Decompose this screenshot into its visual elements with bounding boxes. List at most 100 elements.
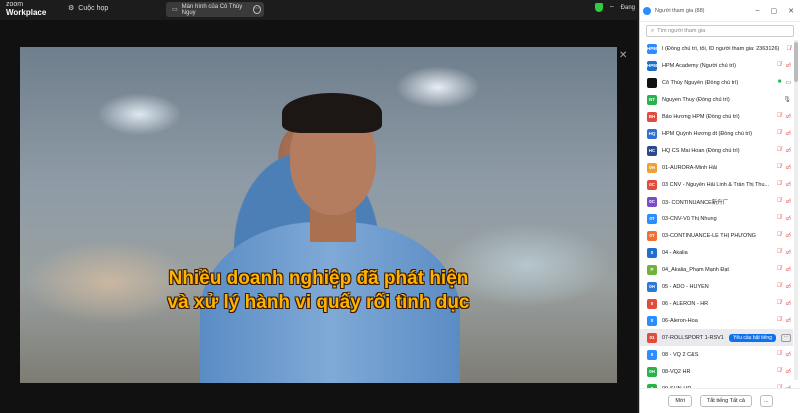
avatar: 0T (647, 230, 657, 241)
participant-row[interactable]: Cô Thùy Nguyễn (Đồng chủ trì) ■ ▭ (640, 74, 793, 91)
participant-row[interactable]: HQ HPM Quỳnh Hương dt (Đồng chủ trì) 🎙̸ ▭̸ (640, 125, 793, 142)
mic-muted-icon: 🎙̸ (776, 181, 782, 187)
mic-muted-icon: 🎙̸ (776, 317, 782, 323)
invite-button[interactable]: Mời (668, 395, 692, 407)
request-unmute-button[interactable]: Yêu cầu bật tiếng (729, 333, 776, 342)
participant-search-input[interactable]: ⌕ Tìm người tham gia (646, 25, 794, 37)
mic-muted-icon: 🎙̸ (776, 198, 782, 204)
avatar: 0 (647, 349, 657, 360)
participant-name: Cô Thùy Nguyễn (Đồng chủ trì) (662, 79, 739, 86)
video-person-hair (282, 93, 382, 133)
participant-row[interactable]: 0H 01-AURORA-Minh Hải 🎙̸ ▭̸ (640, 159, 793, 176)
avatar: HQ (647, 128, 657, 139)
zoom-logo: zoom Workplace (6, 1, 47, 17)
participant-row[interactable]: 0T 03-CNV-Vũ Thị Nhung 🎙̸ ▭̸ (640, 210, 793, 227)
mic-muted-icon: 🎙̸ (776, 147, 782, 153)
participant-row[interactable]: 0H 08-VQ2 HR 🎙̸ ▭̸ (640, 363, 793, 380)
participant-status-icons: 🎙̸▭̸ (777, 130, 791, 137)
participant-row[interactable]: NT Nguyen Thuy (Đồng chủ trì) 🎙 (640, 91, 793, 108)
participant-name: HPM Academy (Người chủ trì) (662, 62, 736, 69)
screen-share-indicator[interactable]: ▭ Màn hình của Cô Thùy Nguy ⋯ (166, 2, 264, 17)
camera-off-icon: ▭̸ (785, 284, 791, 290)
participant-name: 08 - VQ 2 C&S (662, 351, 699, 358)
mic-muted-icon: 🎙̸ (776, 300, 782, 306)
more-options-icon[interactable]: ⋯ (781, 333, 791, 342)
avatar: 0C (647, 179, 657, 190)
participant-name: 06-Aleron-Hoa (662, 317, 698, 324)
participant-row[interactable]: 0C 03- CONTINUANCE新升厂 🎙̸ ▭̸ (640, 193, 793, 210)
participant-row[interactable]: 0T 03-CONTINUANCE-LÊ THỊ PHƯƠNG 🎙̸ ▭̸ (640, 227, 793, 244)
participant-status-icons: 🎙̸▭̸ (777, 164, 791, 171)
camera-off-icon: ▭̸ (785, 369, 791, 375)
top-right-status: ⌔ Đang (595, 3, 635, 12)
video-stage: Nhiều doanh nghiệp đã phát hiện và xử lý… (0, 20, 637, 413)
close-icon[interactable]: ✕ (619, 50, 627, 61)
participant-row[interactable]: 0 04 - Akalia 🎙̸ ▭̸ (640, 244, 793, 261)
participant-row[interactable]: HPM I (Đồng chủ trì, tôi, ID người tham g… (640, 40, 793, 57)
participant-row[interactable]: 0 06-Aleron-Hoa 🎙̸ ▭̸ (640, 312, 793, 329)
participant-row[interactable]: 0C 03 CNV - Nguyễn Hải Linh & Trần Thị Th… (640, 176, 793, 193)
avatar: 0 (647, 315, 657, 326)
participant-name: 05 - ADO - HUYEN (662, 283, 709, 290)
avatar: HC (647, 145, 657, 156)
participant-status-icons: 🎙̸▭̸ (777, 283, 791, 290)
participant-scrollbar[interactable] (794, 40, 798, 380)
participant-list: HPM I (Đồng chủ trì, tôi, ID người tham g… (640, 40, 793, 397)
participant-row[interactable]: BH Bảo Hương HPM (Đồng chủ trì) 🎙̸ ▭̸ (640, 108, 793, 125)
camera-off-icon: ▭̸ (785, 233, 791, 239)
participant-name: Nguyen Thuy (Đồng chủ trì) (662, 96, 730, 103)
participant-status-icons: 🎙̸▭̸ (777, 181, 791, 188)
participant-name: 03 CNV - Nguyễn Hải Linh & Trần Thị Thu.… (662, 181, 770, 188)
top-bar: zoom Workplace ⚙ Cuộc họp ▭ Màn hình của… (0, 0, 637, 20)
mic-muted-icon: 🎙̸ (786, 45, 792, 52)
camera-off-icon: ▭̸ (785, 250, 791, 256)
participant-row[interactable]: 0 06 - ALERON - HR 🎙̸ ▭̸ (640, 295, 793, 312)
mic-muted-icon: 🎙̸ (776, 232, 782, 238)
security-shield-icon (595, 3, 604, 12)
more-options-icon[interactable]: ⋯ (252, 5, 261, 14)
camera-off-icon: ▭̸ (785, 352, 791, 358)
participant-status-icons: 🎙̸▭̸ (777, 317, 791, 324)
participant-row[interactable]: HPM HPM Academy (Người chủ trì) 🎙̸ ▭̸ (640, 57, 793, 74)
more-button[interactable]: ... (759, 395, 773, 407)
participant-row[interactable]: P 04_Akalia_Phạm Mạnh Đạt 🎙̸ ▭̸ (640, 261, 793, 278)
mic-muted-icon: 🎙̸ (776, 164, 782, 170)
mic-muted-icon: 🎙̸ (776, 215, 782, 221)
participant-name: 03-CONTINUANCE-LÊ THỊ PHƯƠNG (662, 232, 756, 239)
zoom-window: zoom Workplace ⚙ Cuộc họp ▭ Màn hình của… (0, 0, 800, 413)
maximize-icon[interactable]: ▢ (771, 7, 778, 15)
avatar: 0H (647, 281, 657, 292)
camera-off-icon: ▭̸ (785, 63, 791, 69)
avatar: HPM (647, 60, 657, 71)
mute-all-button[interactable]: Tắt tiếng Tất cả (699, 395, 752, 407)
camera-off-icon: ▭̸ (785, 182, 791, 188)
participant-row[interactable]: 0H 05 - ADO - HUYEN 🎙̸ ▭̸ (640, 278, 793, 295)
camera-icon: ▭ (785, 80, 791, 86)
avatar: 0 (647, 247, 657, 258)
minimize-icon[interactable]: – (756, 7, 760, 15)
participant-row[interactable]: 0 08 - VQ 2 C&S 🎙̸ ▭̸ (640, 346, 793, 363)
close-icon[interactable]: ✕ (788, 7, 794, 15)
gear-icon: ⚙ (68, 5, 75, 12)
participant-name: 08-VQ2 HR (662, 368, 691, 375)
participant-row[interactable]: 01 07-ROLLSPORT 1-RSV1 Yêu cầu bật tiếng ⋯ (640, 329, 793, 346)
participant-status-icons: 🎙̸▭̸ (777, 249, 791, 256)
participant-status-icons: 🎙̸▭̸ (777, 300, 791, 307)
mic-icon: 🎙 (783, 97, 791, 103)
mic-muted-icon: 🎙̸ (776, 266, 782, 272)
mic-muted-icon: 🎙̸ (776, 62, 782, 68)
participant-name: 04_Akalia_Phạm Mạnh Đạt (662, 266, 729, 273)
panel-footer: Mời Tắt tiếng Tất cả ... (640, 388, 800, 413)
camera-off-icon: ▭̸ (785, 165, 791, 171)
screen-share-icon: ▭ (172, 7, 178, 13)
mic-muted-icon: 🎙̸ (776, 113, 782, 119)
meetings-button[interactable]: ⚙ Cuộc họp (68, 4, 108, 13)
participant-status-icons: 🎙 (783, 96, 791, 103)
participant-name: 01-AURORA-Minh Hải (662, 164, 718, 171)
participant-row[interactable]: HC HQ CS Mai Hoan (Đồng chủ trì) 🎙̸ ▭̸ (640, 142, 793, 159)
camera-off-icon: ▭̸ (785, 267, 791, 273)
participant-name: 06 - ALERON - HR (662, 300, 709, 307)
avatar: 0H (647, 366, 657, 377)
avatar: 0 (647, 298, 657, 309)
camera-off-icon: ▭̸ (785, 148, 791, 154)
